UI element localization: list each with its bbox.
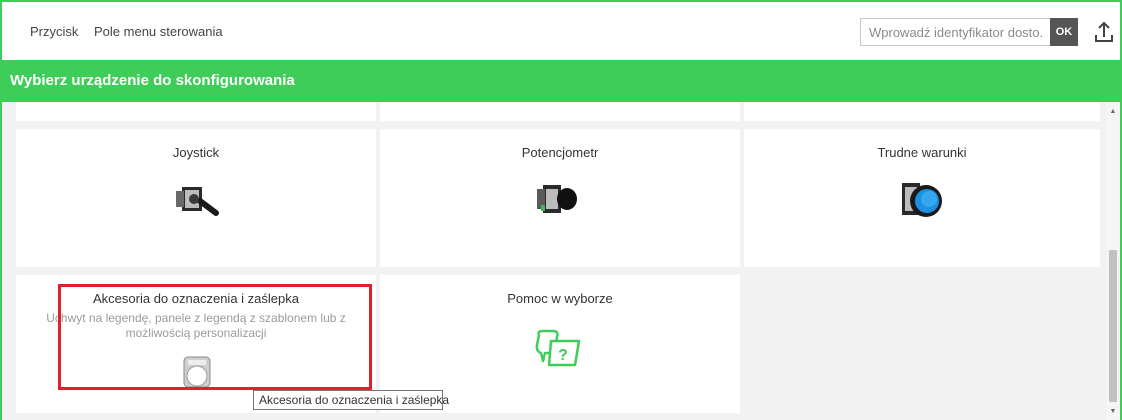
device-card-trudne-warunki[interactable]: Trudne warunki (744, 129, 1100, 267)
card-description: Uchwyt na legendę, panele z legendą z sz… (46, 311, 346, 340)
card-title: Pomoc w wyborze (507, 291, 613, 306)
card-title: Akcesoria do oznaczenia i zaślepka (93, 291, 299, 306)
legend-holder-image (182, 355, 212, 394)
device-card-partial-2[interactable] (380, 102, 740, 121)
device-card-partial-1[interactable] (16, 102, 376, 121)
device-card-potencjometr[interactable]: Potencjometr (380, 129, 740, 267)
upload-icon[interactable] (1092, 18, 1116, 46)
search-bar: OK (860, 18, 1078, 46)
tooltip: Akcesoria do oznaczenia i zaślepka (253, 390, 449, 410)
harsh-conditions-device-image (896, 177, 948, 228)
page-title: Wybierz urządzenie do skonfigurowania (10, 72, 295, 89)
device-card-partial-3[interactable] (744, 102, 1100, 121)
card-title: Potencjometr (521, 145, 599, 160)
device-card-joystick[interactable]: Joystick (16, 129, 376, 267)
vertical-scrollbar[interactable]: ▲ ▼ (1106, 102, 1120, 420)
card-title: Trudne warunki (877, 145, 967, 160)
card-title: Joystick (172, 145, 220, 160)
scroll-down-arrow-icon[interactable]: ▼ (1106, 406, 1120, 416)
svg-text:?: ? (558, 347, 568, 364)
potentiometer-device-image (535, 179, 585, 224)
nav-pole-menu-sterowania[interactable]: Pole menu sterowania (94, 24, 223, 39)
joystick-device-image (174, 179, 224, 224)
scroll-up-arrow-icon[interactable]: ▲ (1106, 106, 1120, 116)
help-selection-icon: ? (533, 327, 583, 374)
device-grid: Joystick Potencjometr Trudne warunki Akc… (2, 102, 1106, 420)
search-input[interactable] (860, 18, 1050, 46)
scrollbar-thumb[interactable] (1109, 250, 1117, 402)
title-banner: Wybierz urządzenie do skonfigurowania (2, 60, 1120, 102)
nav-przycisk[interactable]: Przycisk (30, 24, 78, 39)
search-ok-button[interactable]: OK (1050, 18, 1078, 46)
